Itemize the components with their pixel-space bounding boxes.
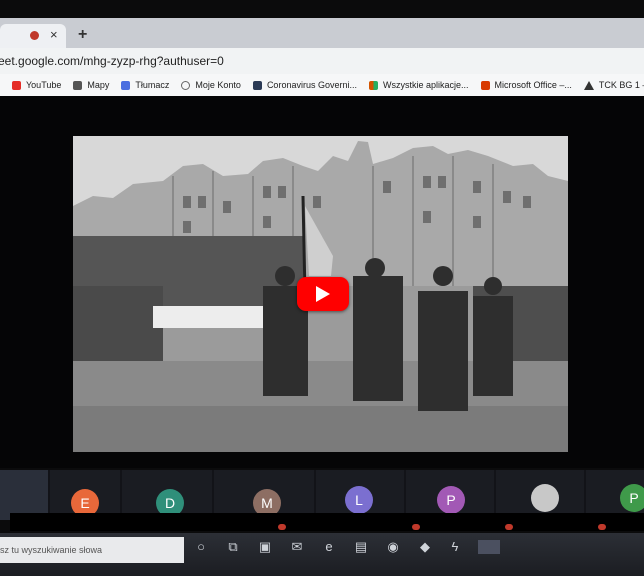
bookmark-label: YouTube [26, 80, 62, 90]
maps-icon [73, 80, 83, 90]
gov-icon [252, 80, 262, 90]
bookmark-label: Mapy [87, 80, 110, 90]
bookmark-maps[interactable]: Mapy [73, 80, 109, 90]
bookmark-label: Tłumacz [135, 80, 170, 90]
avatar: P [620, 484, 644, 512]
office-icon [480, 80, 490, 90]
cortana-icon[interactable]: ○ [194, 540, 208, 554]
bookmark-label: TCK BG 1 – [598, 80, 644, 90]
browser-tab[interactable]: × [0, 24, 66, 48]
mic-off-indicator-icon [412, 524, 420, 530]
profile-photo-avatar [531, 484, 559, 512]
bookmark-label: Moje Konto [195, 80, 241, 90]
photos-icon[interactable]: ▤ [354, 540, 368, 554]
youtube-icon [12, 80, 21, 90]
bookmark-label: Coronavirus Governi... [266, 80, 357, 90]
mic-off-indicator-icon [505, 524, 513, 530]
translate-icon [121, 80, 131, 90]
bookmark-label: Microsoft Office –... [494, 80, 572, 90]
task-view-icon[interactable]: ⧉ [226, 540, 240, 554]
bookmarks-bar: YouTube Mapy Tłumacz Moje Konto Coronavi… [0, 74, 644, 97]
apps-icon [368, 80, 378, 90]
mic-off-indicator-icon [278, 524, 286, 530]
taskbar-search-box[interactable]: isz tu wyszukiwanie słowa [0, 537, 184, 563]
bookmark-youtube[interactable]: YouTube [12, 80, 61, 90]
meet-favicon-icon [30, 31, 39, 40]
taskbar: isz tu wyszukiwanie słowa ○ ⧉ ▣ ✉ e ▤ ◉ … [0, 533, 644, 576]
bookmark-translate[interactable]: Tłumacz [121, 80, 169, 90]
dropbox-icon[interactable]: ◆ [418, 540, 432, 554]
bookmark-tck[interactable]: TCK BG 1 – [583, 80, 644, 90]
store-icon[interactable]: ▣ [258, 540, 272, 554]
youtube-play-button[interactable] [297, 277, 349, 311]
warning-icon [583, 80, 594, 90]
search-placeholder: isz tu wyszukiwanie słowa [0, 545, 103, 555]
redaction-bar [10, 513, 644, 531]
new-tab-button[interactable]: + [78, 26, 87, 44]
youtube-play-icon [316, 286, 330, 302]
bookmark-account[interactable]: Moje Konto [181, 80, 241, 90]
avatar: L [345, 486, 373, 514]
bookmark-label: Wszystkie aplikacje... [382, 80, 469, 90]
bookmark-office[interactable]: Microsoft Office –... [480, 80, 572, 90]
account-icon [181, 80, 191, 90]
bookmark-apps[interactable]: Wszystkie aplikacje... [368, 80, 469, 90]
lightning-app-icon[interactable]: ϟ [448, 540, 462, 554]
bookmark-coronavirus[interactable]: Coronavirus Governi... [252, 80, 357, 90]
tab-close-icon[interactable]: × [50, 27, 58, 42]
mail-icon[interactable]: ✉ [290, 540, 304, 554]
chrome-icon[interactable]: ◉ [386, 540, 400, 554]
active-app-icon[interactable] [478, 540, 500, 554]
avatar: P [437, 486, 465, 514]
tab-strip: × + [0, 18, 644, 48]
mic-off-indicator-icon [598, 524, 606, 530]
url-text[interactable]: eet.google.com/mhg-zyzp-rhg?authuser=0 [0, 54, 224, 68]
edge-icon[interactable]: e [322, 540, 336, 554]
address-bar[interactable]: eet.google.com/mhg-zyzp-rhg?authuser=0 [0, 48, 644, 75]
